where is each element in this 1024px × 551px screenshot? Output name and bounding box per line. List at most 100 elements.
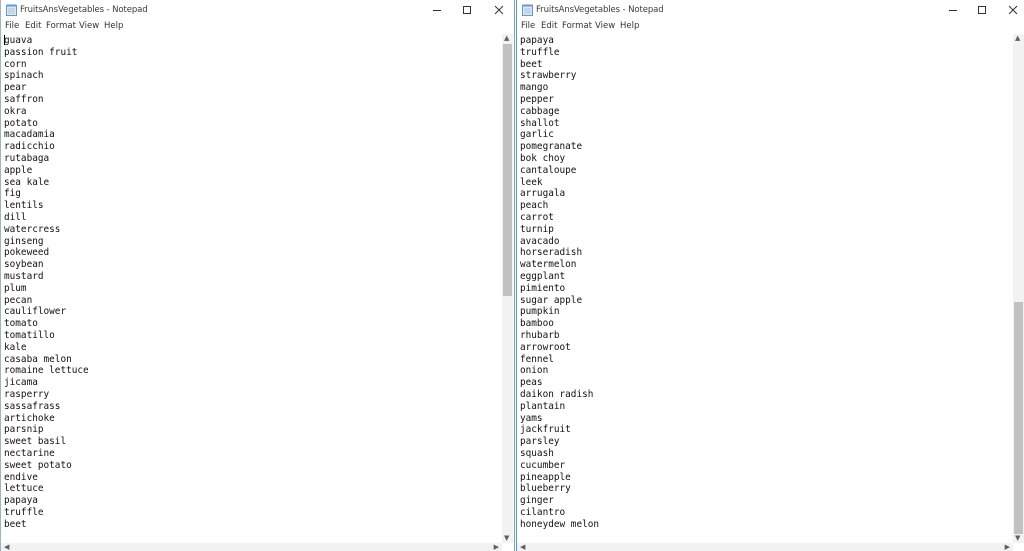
text-line: ginseng xyxy=(4,235,44,247)
scroll-down-arrow-icon[interactable]: ▼ xyxy=(504,534,509,543)
window-title: FruitsAnsVegetables - Notepad xyxy=(20,5,148,15)
text-editor[interactable]: papaya truffle beet strawberry mango pepper ca… xyxy=(517,34,1013,543)
text-line: cabbage xyxy=(520,105,560,117)
horizontal-scrollbar[interactable]: ◀ ▶ xyxy=(517,543,1013,551)
menu-edit[interactable]: Edit xyxy=(25,21,41,31)
minimize-button[interactable] xyxy=(421,0,453,20)
minimize-icon xyxy=(949,10,957,11)
text-line: pimiento xyxy=(520,282,566,294)
text-line: pumpkin xyxy=(520,306,560,318)
text-line: guava xyxy=(4,35,33,46)
scroll-down-arrow-icon[interactable]: ▼ xyxy=(1015,534,1020,543)
window-title: FruitsAnsVegetables - Notepad xyxy=(536,5,664,15)
menu-file[interactable]: File xyxy=(5,21,19,31)
menu-help[interactable]: Help xyxy=(620,21,639,31)
text-line: pepper xyxy=(520,94,554,105)
scroll-up-arrow-icon[interactable]: ▲ xyxy=(1015,34,1020,43)
text-line: blueberry xyxy=(520,483,571,495)
text-line: okra xyxy=(4,105,27,117)
text-line: saffron xyxy=(4,94,44,105)
text-line: sea kale xyxy=(4,176,50,188)
menu-edit[interactable]: Edit xyxy=(541,21,557,31)
text-line: horseradish xyxy=(520,247,583,259)
text-line: watermelon xyxy=(520,259,577,271)
text-line: sweet basil xyxy=(4,436,67,448)
vertical-scrollbar[interactable]: ▲ ▼ xyxy=(1013,34,1024,543)
text-line: cauliflower xyxy=(4,306,67,318)
text-line: garlic xyxy=(520,129,554,141)
text-line: pecan xyxy=(4,294,33,306)
text-line: apple xyxy=(4,164,33,176)
maximize-icon xyxy=(978,6,986,14)
text-line: lettuce xyxy=(4,483,44,495)
minimize-button[interactable] xyxy=(937,0,969,20)
notepad-icon xyxy=(6,4,17,16)
text-line: turnip xyxy=(520,223,554,235)
text-line: squash xyxy=(520,448,554,459)
text-line: endive xyxy=(4,471,38,483)
close-button[interactable] xyxy=(997,0,1024,20)
text-line: pineapple xyxy=(520,471,571,483)
menu-view[interactable]: View xyxy=(79,21,99,31)
maximize-button[interactable] xyxy=(451,0,483,20)
notepad-window-right[interactable]: FruitsAnsVegetables - Notepad File Edit … xyxy=(516,0,1024,551)
text-line: beet xyxy=(4,518,27,530)
horizontal-scrollbar[interactable]: ◀ ▶ xyxy=(1,543,502,551)
text-line: mango xyxy=(520,82,549,94)
scroll-left-arrow-icon[interactable]: ◀ xyxy=(4,543,9,551)
vertical-scrollbar[interactable]: ▲ ▼ xyxy=(502,34,513,543)
text-line: beet xyxy=(520,58,543,70)
menu-bar: File Edit Format View Help xyxy=(517,20,1024,34)
text-line: fennel xyxy=(520,353,554,365)
text-line: romaine lettuce xyxy=(4,365,89,377)
scrollbar-thumb[interactable] xyxy=(503,44,512,296)
notepad-window-left[interactable]: FruitsAnsVegetables - Notepad File Edit … xyxy=(0,0,515,551)
text-line: cantaloupe xyxy=(520,164,577,176)
text-line: dill xyxy=(4,212,27,223)
scroll-left-arrow-icon[interactable]: ◀ xyxy=(520,543,525,551)
text-line: kale xyxy=(4,341,27,353)
text-line: rasperry xyxy=(4,389,50,400)
text-line: truffle xyxy=(4,507,44,518)
text-line: spinach xyxy=(4,70,44,82)
text-line: papaya xyxy=(4,495,38,507)
text-line: bamboo xyxy=(520,318,554,330)
scroll-up-arrow-icon[interactable]: ▲ xyxy=(504,34,509,43)
text-line: rhubarb xyxy=(520,330,560,341)
menu-format[interactable]: Format xyxy=(46,21,76,31)
text-line: ginger xyxy=(520,495,554,507)
scroll-right-arrow-icon[interactable]: ▶ xyxy=(1005,543,1010,551)
text-line: avacado xyxy=(520,235,560,247)
text-line: papaya xyxy=(520,35,554,46)
text-line: arrugala xyxy=(520,188,566,200)
text-line: parsnip xyxy=(4,424,44,436)
menu-help[interactable]: Help xyxy=(104,21,123,31)
minimize-icon xyxy=(433,10,441,11)
text-line: peas xyxy=(520,377,543,389)
text-line: onion xyxy=(520,365,549,377)
scrollbar-thumb[interactable] xyxy=(1014,302,1023,534)
menu-bar: File Edit Format View Help xyxy=(1,20,514,34)
text-line: cucumber xyxy=(520,459,566,471)
text-line: pomegranate xyxy=(520,141,583,153)
text-line: rutabaga xyxy=(4,153,50,164)
text-line: lentils xyxy=(4,200,44,212)
text-line: pear xyxy=(4,82,27,94)
text-line: nectarine xyxy=(4,448,55,459)
text-cursor xyxy=(4,35,5,45)
close-button[interactable] xyxy=(483,0,514,20)
menu-view[interactable]: View xyxy=(595,21,615,31)
text-line: sassafrass xyxy=(4,400,61,412)
menu-format[interactable]: Format xyxy=(562,21,592,31)
text-line: pokeweed xyxy=(4,247,50,259)
scroll-right-arrow-icon[interactable]: ▶ xyxy=(494,543,499,551)
text-line: jicama xyxy=(4,377,38,389)
title-bar[interactable]: FruitsAnsVegetables - Notepad xyxy=(517,0,1024,20)
title-bar[interactable]: FruitsAnsVegetables - Notepad xyxy=(1,0,514,20)
notepad-icon xyxy=(522,4,533,16)
maximize-button[interactable] xyxy=(966,0,998,20)
text-editor[interactable]: guava passion fruit corn spinach pear saffron… xyxy=(1,34,502,543)
text-line: carrot xyxy=(520,212,554,223)
text-line: potato xyxy=(4,117,38,129)
menu-file[interactable]: File xyxy=(521,21,535,31)
